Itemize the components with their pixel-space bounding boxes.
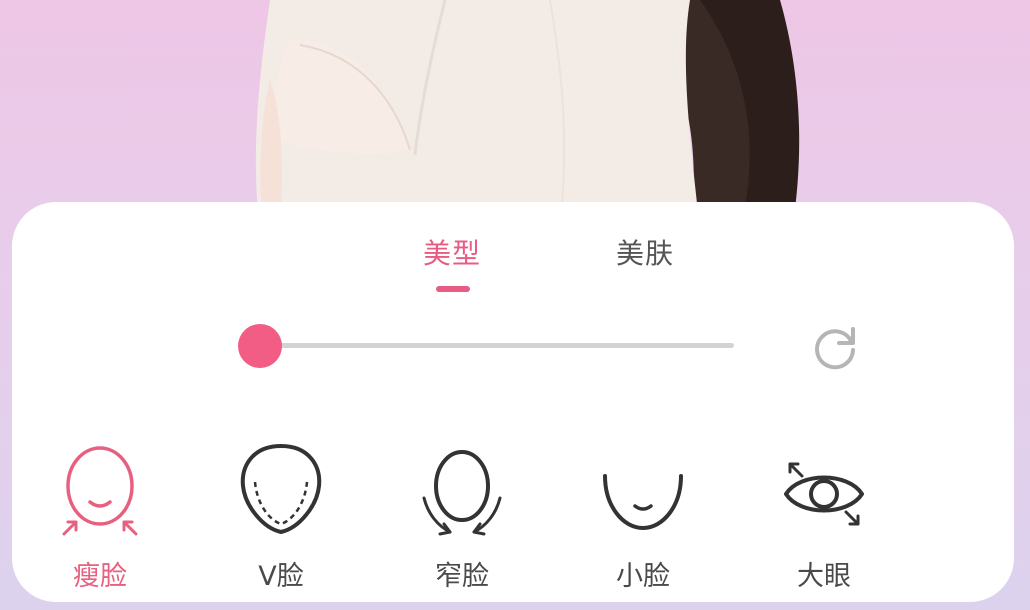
big-eye-icon: [784, 462, 864, 526]
tool-label: 窄脸: [435, 561, 489, 592]
narrow-face-icon: [422, 450, 502, 536]
tool-label: 大眼: [797, 561, 851, 592]
tool-narrow-face[interactable]: 窄脸: [402, 442, 522, 592]
v-face-icon: [240, 443, 322, 535]
tool-big-eye[interactable]: 大眼: [764, 442, 884, 592]
tool-label: V脸: [258, 561, 304, 592]
slider-track[interactable]: [260, 343, 734, 348]
tool-label: 瘦脸: [73, 561, 127, 592]
reset-button[interactable]: [809, 319, 863, 373]
small-face-icon: [603, 474, 683, 531]
photo-preview: [0, 0, 1030, 230]
beauty-panel: 美型 美肤 瘦脸 V脸 窄脸 小脸 大眼: [12, 202, 1014, 602]
slider-thumb[interactable]: [238, 324, 282, 368]
refresh-icon: [815, 327, 855, 370]
intensity-slider[interactable]: [236, 324, 736, 368]
active-tab-indicator: [436, 286, 470, 292]
slim-face-icon: [62, 446, 138, 536]
tool-slim-face[interactable]: 瘦脸: [40, 442, 160, 592]
tab-skin[interactable]: 美肤: [616, 232, 674, 272]
tab-shape[interactable]: 美型: [423, 232, 481, 272]
tool-label: 小脸: [616, 561, 670, 592]
beauty-editor-screen: 美型 美肤 瘦脸 V脸 窄脸 小脸 大眼: [0, 0, 1030, 610]
tool-small-face[interactable]: 小脸: [583, 442, 703, 592]
tool-list: 瘦脸 V脸 窄脸 小脸 大眼: [12, 442, 1014, 592]
tab-bar: 美型 美肤: [12, 232, 1014, 302]
tool-v-face[interactable]: V脸: [221, 442, 341, 592]
